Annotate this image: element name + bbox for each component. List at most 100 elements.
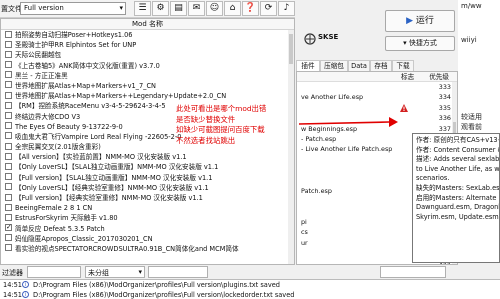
toolbar-button-4[interactable]: ✉ <box>188 1 205 16</box>
missing-master-warning-icon[interactable] <box>400 103 408 112</box>
info-icon: i <box>22 291 29 298</box>
run-button[interactable]: ▶ 运行 <box>385 10 455 32</box>
toolbar-button-8[interactable]: ⟳ <box>260 1 277 16</box>
plugin-name: ur <box>301 238 308 247</box>
mod-enable-checkbox[interactable] <box>5 61 12 69</box>
tab-saves[interactable]: 存档 <box>370 60 392 71</box>
tab-downloads[interactable]: 下载 <box>392 60 414 71</box>
mod-row[interactable]: 【Full version】【SLAL独立动画重版】NMM-MO 汉化安装版 v… <box>1 173 294 183</box>
mod-enable-checkbox[interactable] <box>5 112 12 119</box>
mod-name: 【Full version】【经典实验室重修】NMM-MO 汉化安装版 v1.1 <box>15 194 203 202</box>
mod-enable-checkbox[interactable] <box>5 234 12 242</box>
mod-list-header[interactable]: ⌃ Mod 名称 <box>1 19 294 30</box>
executable-logo[interactable]: SKSE <box>296 18 376 58</box>
tab-archives[interactable]: 压缩包 <box>320 60 348 71</box>
mod-row[interactable]: 圣殿骑士护甲RR Elphintos Set for UNP <box>1 40 294 50</box>
scrollbar-thumb[interactable] <box>289 34 293 64</box>
mod-row[interactable]: BeeingFemale 2 8 1 CN <box>1 203 294 213</box>
plugin-filter-input[interactable] <box>380 266 446 278</box>
mod-row[interactable]: 看实验的视点SPECTATORCROWDSULTRA0.91B_CN简体化and… <box>1 244 294 254</box>
mod-enable-checkbox[interactable] <box>5 193 12 201</box>
toolbar-button-9[interactable]: ♪ <box>278 1 295 16</box>
plugin-row[interactable]: 333 <box>297 82 457 92</box>
toolbar-button-5[interactable]: ☺ <box>206 1 223 16</box>
plugin-list-header[interactable]: 标志 优先级 <box>297 72 457 82</box>
mod-row[interactable]: 简单反应 Defeat 5.3.5 Patch <box>1 224 294 234</box>
mod-enable-checkbox[interactable] <box>5 91 12 99</box>
tooltip-line: Skyrim.esm, Update.esm <box>416 212 499 221</box>
annotation-line: 是否缺少替换文件 <box>176 114 236 124</box>
mod-search-input[interactable] <box>148 266 208 278</box>
toolbar-button-3[interactable]: ▤ <box>170 1 187 16</box>
mod-row[interactable]: 拍照姿势自动扫描Poser+Hotkeys1.06 <box>1 30 294 40</box>
mod-enable-checkbox[interactable] <box>5 30 12 38</box>
mod-enable-checkbox[interactable] <box>5 162 12 170</box>
mod-name: 妈仙隐匿Apropos_Classic_2017030201_CN <box>15 234 153 243</box>
browser-text: 观看前 <box>461 123 482 131</box>
mod-row[interactable]: 世界地图扩展Atlas+Map+Markers++Legendary+Updat… <box>1 91 294 101</box>
mod-name: 天际公民翻越包 <box>15 51 62 60</box>
mod-enable-checkbox[interactable] <box>5 213 12 221</box>
red-annotation: 此处可看出是哪个mod出错 是否缺少替换文件 如缺少可截图提问百度下载 不然选者… <box>176 104 310 146</box>
profile-dropdown[interactable]: Full version ▾ <box>20 2 126 15</box>
tooltip-line: 缺失的Masters: SexLab.esm <box>416 183 500 192</box>
mod-enable-checkbox[interactable] <box>5 244 12 252</box>
toolbar-button-1[interactable]: ☰ <box>134 1 151 16</box>
category-dropdown[interactable]: 未分组 ▾ <box>85 266 145 278</box>
tab-plugins[interactable]: 插件 <box>296 60 320 71</box>
info-icon: i <box>22 281 29 288</box>
mod-row[interactable]: 天际公民翻越包 <box>1 50 294 60</box>
run-button-label: 运行 <box>415 16 434 26</box>
mod-name: 拍照姿势自动扫描Poser+Hotkeys1.06 <box>15 31 133 39</box>
annotation-line: 此处可看出是哪个mod出错 <box>176 104 267 113</box>
mod-enable-checkbox[interactable] <box>5 132 12 140</box>
mod-row[interactable]: 【Full version】【经典实验室重修】NMM-MO 汉化安装版 v1.1 <box>1 193 294 203</box>
mod-list-scrollbar[interactable] <box>288 30 294 264</box>
mod-filter-input[interactable] <box>27 266 81 278</box>
mod-enable-checkbox[interactable] <box>5 81 12 89</box>
shortcut-button[interactable]: ▾ 快捷方式 <box>385 36 455 51</box>
tooltip-line: 作者: 原创的只有CAS+v13+r <box>416 136 500 144</box>
mod-name: 圣殿骑士护甲RR Elphintos Set for UNP <box>15 41 137 50</box>
browser-background: m/ww wiiyi 较适用 观看前 <box>458 0 500 133</box>
mod-enable-checkbox[interactable] <box>5 71 12 79</box>
mod-enable-checkbox[interactable] <box>5 40 12 48</box>
mod-row[interactable]: EstrusForSkyrim 天际触手 v1.80 <box>1 213 294 223</box>
mod-row[interactable]: 世界地图扩展Atlas+Map+Markers+v1_7_CN <box>1 81 294 91</box>
mod-enable-checkbox[interactable] <box>5 152 12 160</box>
mod-row[interactable]: 《上古卷轴5》ANK简体中文汉化版(重置) v3.7.0 <box>1 61 294 71</box>
mod-row[interactable]: 【All version】【实验蓝前置】NMM-MO 汉化安装版 v1.1 <box>1 152 294 162</box>
toolbar-button-6[interactable]: ⌂ <box>224 1 241 16</box>
mod-enable-checkbox[interactable] <box>5 224 12 232</box>
toolbar-button-2[interactable]: ⚙ <box>152 1 169 16</box>
mod-enable-checkbox[interactable] <box>5 173 12 181</box>
mod-name: 简单反应 Defeat 5.3.5 Patch <box>15 224 105 233</box>
mod-row[interactable]: 【Only LoverSL】【SLAL独立动画重版】NMM-MO 汉化安装版 v… <box>1 162 294 172</box>
mod-name: 【RM】捏脸系统RaceMenu v3-4-5-29624-3-4-5 <box>15 102 166 111</box>
tab-data[interactable]: Data <box>348 60 370 71</box>
mod-name: 【Full version】【SLAL独立动画重版】NMM-MO 汉化安装版 v… <box>15 173 213 182</box>
mod-row[interactable]: 【Only LoverSL】【经典实验室重修】NMM-MO 汉化安装版 v1.1 <box>1 183 294 193</box>
toolbar-button-7[interactable]: ❓ <box>242 1 259 16</box>
plugin-name: cs <box>301 228 308 237</box>
annotation-arrow-icon <box>298 117 398 127</box>
plugin-row[interactable]: ve Another Life.esp 334 <box>297 92 457 102</box>
mod-enable-checkbox[interactable] <box>5 183 12 191</box>
log-panel: 14:51 i D:\Program Files (x86)\ModOrgani… <box>0 279 500 299</box>
mod-enable-checkbox[interactable] <box>5 203 12 211</box>
profile-label: 置文件 <box>1 5 22 13</box>
tooltip-line: 描述: Adds several sexlab-ba <box>416 155 500 164</box>
mod-enable-checkbox[interactable] <box>5 50 12 58</box>
play-icon: ▶ <box>406 16 414 26</box>
mod-enable-checkbox[interactable] <box>5 101 12 109</box>
mod-row[interactable]: 妈仙隐匿Apropos_Classic_2017030201_CN <box>1 234 294 244</box>
mod-row[interactable]: 黑兰 - 方正正准黑 <box>1 71 294 81</box>
plugin-name: pi <box>301 218 307 227</box>
mod-name: 世界地图扩展Atlas+Map+Markers+v1_7_CN <box>15 81 156 90</box>
plugin-name: ve Another Life.esp <box>301 93 364 102</box>
tooltip-line: Dawnguard.esm, Dragonborn <box>416 203 499 212</box>
mod-name: The Eyes Of Beauty 9-13722-9-0 <box>15 122 123 131</box>
mod-enable-checkbox[interactable] <box>5 122 12 130</box>
mod-enable-checkbox[interactable] <box>5 142 12 150</box>
profile-dropdown-value: Full version <box>24 4 64 12</box>
